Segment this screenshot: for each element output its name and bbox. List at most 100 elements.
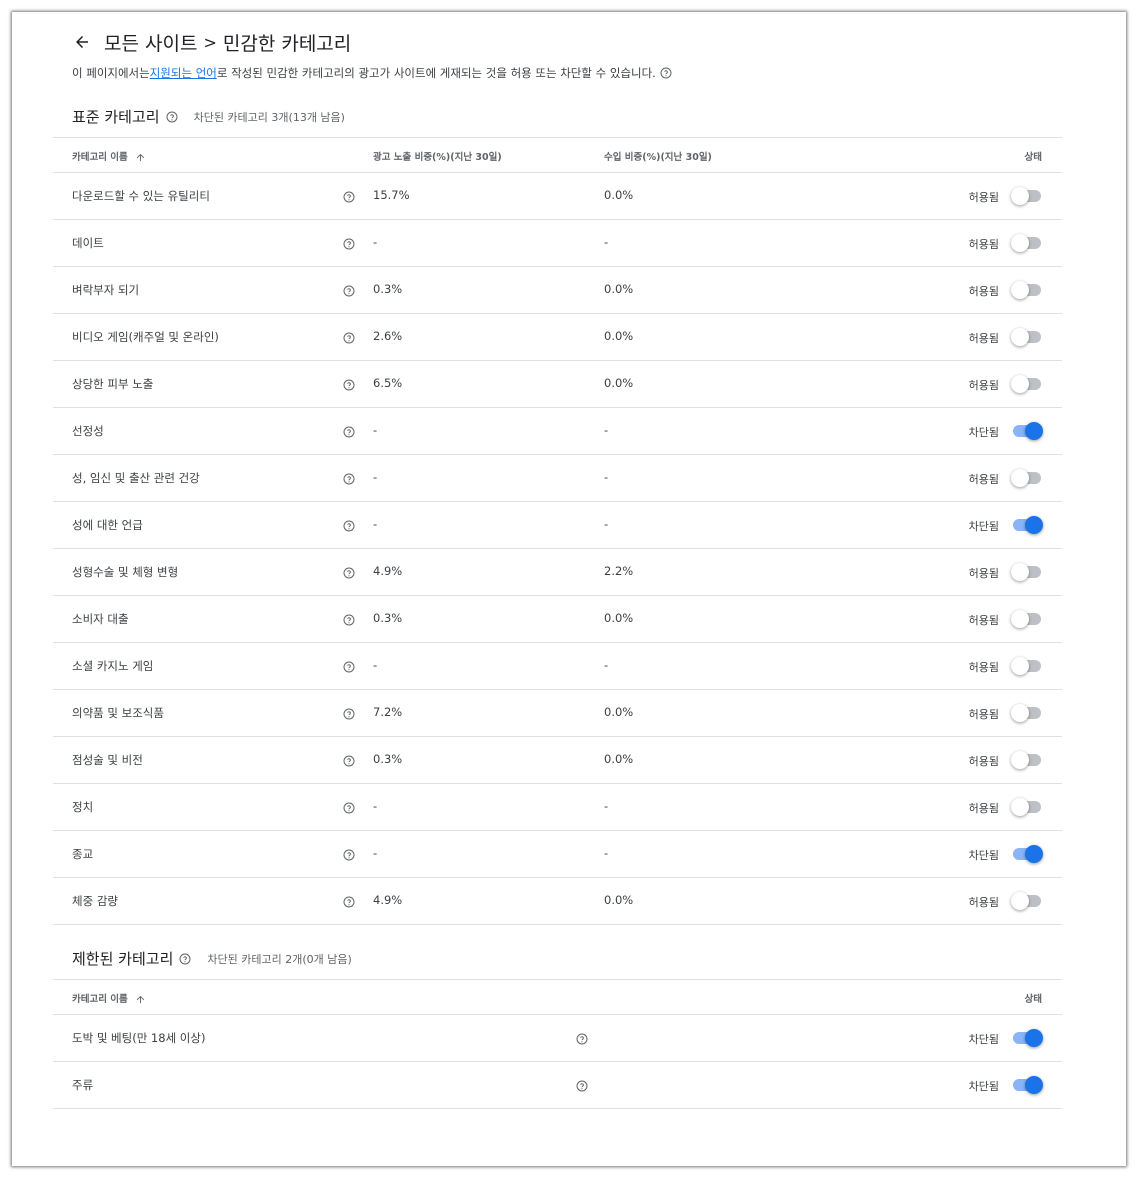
table-row: 소셜 카지노 게임 - - 허용됨: [53, 643, 1062, 690]
block-toggle[interactable]: [1011, 281, 1043, 299]
help-icon[interactable]: [343, 520, 355, 532]
earnings-share: 0.0%: [604, 893, 634, 907]
help-icon[interactable]: [343, 661, 355, 673]
toggle-knob: [1025, 422, 1043, 440]
status-label: 차단됨: [968, 1033, 999, 1046]
category-name: 점성술 및 비전: [72, 753, 143, 767]
impression-share: -: [373, 799, 378, 813]
column-header-status: 상태: [1024, 152, 1042, 163]
help-icon[interactable]: [343, 802, 355, 814]
breadcrumb-parent[interactable]: 모든 사이트: [104, 29, 197, 56]
block-toggle[interactable]: [1011, 657, 1043, 675]
help-icon[interactable]: [343, 238, 355, 250]
page-header: 모든 사이트 > 민감한 카테고리: [70, 20, 351, 64]
category-name: 성, 임신 및 출산 관련 건강: [72, 471, 200, 485]
help-icon[interactable]: [343, 708, 355, 720]
earnings-share: 2.2%: [604, 564, 634, 578]
block-toggle[interactable]: [1011, 1076, 1043, 1094]
toggle-knob: [1025, 516, 1043, 534]
block-toggle[interactable]: [1011, 1029, 1043, 1047]
status-label: 차단됨: [968, 1080, 999, 1093]
status-label: 차단됨: [968, 849, 999, 862]
block-toggle[interactable]: [1011, 187, 1043, 205]
category-name: 선정성: [72, 424, 104, 438]
page-title: 민감한 카테고리: [222, 32, 352, 55]
status-label: 허용됨: [968, 896, 999, 909]
earnings-share: 0.0%: [604, 282, 634, 296]
category-name: 성에 대한 언급: [72, 518, 143, 532]
help-icon[interactable]: [576, 1080, 588, 1092]
block-toggle[interactable]: [1011, 375, 1043, 393]
block-toggle[interactable]: [1011, 469, 1043, 487]
category-name: 비디오 게임(캐주얼 및 온라인): [72, 330, 219, 344]
table-row: 의약품 및 보조식품 7.2% 0.0% 허용됨: [53, 690, 1062, 737]
table-row: 벼락부자 되기 0.3% 0.0% 허용됨: [53, 267, 1062, 314]
help-icon[interactable]: [576, 1033, 588, 1045]
restricted-rows: 도박 및 베팅(만 18세 이상) 차단됨 주류 차단됨: [53, 1015, 1062, 1109]
earnings-share: -: [604, 423, 609, 437]
block-toggle[interactable]: [1011, 328, 1043, 346]
help-icon[interactable]: [343, 473, 355, 485]
impression-share: 4.9%: [373, 564, 403, 578]
table-row: 상당한 피부 노출 6.5% 0.0% 허용됨: [53, 361, 1062, 408]
table-row: 성, 임신 및 출산 관련 건강 - - 허용됨: [53, 455, 1062, 502]
table-row: 소비자 대출 0.3% 0.0% 허용됨: [53, 596, 1062, 643]
toggle-knob: [1011, 281, 1029, 299]
help-icon[interactable]: [343, 896, 355, 908]
category-name: 의약품 및 보조식품: [72, 706, 164, 720]
help-icon[interactable]: [343, 567, 355, 579]
block-toggle[interactable]: [1011, 751, 1043, 769]
earnings-share: 0.0%: [604, 329, 634, 343]
help-icon[interactable]: [343, 379, 355, 391]
earnings-share: 0.0%: [604, 705, 634, 719]
toggle-knob: [1011, 704, 1029, 722]
table-row: 도박 및 베팅(만 18세 이상) 차단됨: [53, 1015, 1062, 1062]
supported-languages-link[interactable]: 지원되는 언어: [150, 65, 217, 81]
category-name: 정치: [72, 800, 94, 814]
status-label: 허용됨: [968, 285, 999, 298]
earnings-share: -: [604, 799, 609, 813]
help-icon[interactable]: [179, 953, 191, 965]
category-name: 벼락부자 되기: [72, 283, 140, 297]
earnings-share: 0.0%: [604, 376, 634, 390]
toggle-knob: [1025, 1076, 1043, 1094]
column-header-name[interactable]: 카테고리 이름: [72, 149, 147, 164]
impression-share: 0.3%: [373, 282, 403, 296]
status-label: 허용됨: [968, 614, 999, 627]
toggle-knob: [1011, 798, 1029, 816]
column-header-name[interactable]: 카테고리 이름: [72, 991, 147, 1006]
block-toggle[interactable]: [1011, 234, 1043, 252]
help-icon[interactable]: [343, 285, 355, 297]
status-label: 차단됨: [968, 520, 999, 533]
help-icon[interactable]: [343, 614, 355, 626]
standard-section-header: 표준 카테고리 차단된 카테고리 3개(13개 남음): [72, 106, 345, 127]
column-header-status: 상태: [1024, 994, 1042, 1005]
impression-share: 7.2%: [373, 705, 403, 719]
help-icon[interactable]: [343, 755, 355, 767]
restricted-blocked-count: 차단된 카테고리 2개(0개 남음): [207, 952, 352, 966]
status-label: 허용됨: [968, 379, 999, 392]
help-icon[interactable]: [343, 849, 355, 861]
earnings-share: -: [604, 517, 609, 531]
block-toggle[interactable]: [1011, 845, 1043, 863]
description-text-before: 이 페이지에서는: [72, 66, 150, 80]
earnings-share: 0.0%: [604, 188, 634, 202]
earnings-share: 0.0%: [604, 752, 634, 766]
block-toggle[interactable]: [1011, 563, 1043, 581]
page-frame: 모든 사이트 > 민감한 카테고리 이 페이지에서는 지원되는 언어 로 작성된…: [12, 12, 1126, 1166]
back-arrow-icon[interactable]: [70, 30, 94, 54]
help-icon[interactable]: [343, 426, 355, 438]
block-toggle[interactable]: [1011, 704, 1043, 722]
block-toggle[interactable]: [1011, 516, 1043, 534]
help-icon[interactable]: [166, 111, 178, 123]
block-toggle[interactable]: [1011, 610, 1043, 628]
block-toggle[interactable]: [1011, 798, 1043, 816]
block-toggle[interactable]: [1011, 422, 1043, 440]
table-row: 비디오 게임(캐주얼 및 온라인) 2.6% 0.0% 허용됨: [53, 314, 1062, 361]
help-icon[interactable]: [343, 332, 355, 344]
help-icon[interactable]: [343, 191, 355, 203]
block-toggle[interactable]: [1011, 892, 1043, 910]
column-header-impressions: 광고 노출 비중(%)(지난 30일): [373, 152, 502, 163]
help-icon[interactable]: [660, 67, 672, 79]
toggle-knob: [1011, 234, 1029, 252]
